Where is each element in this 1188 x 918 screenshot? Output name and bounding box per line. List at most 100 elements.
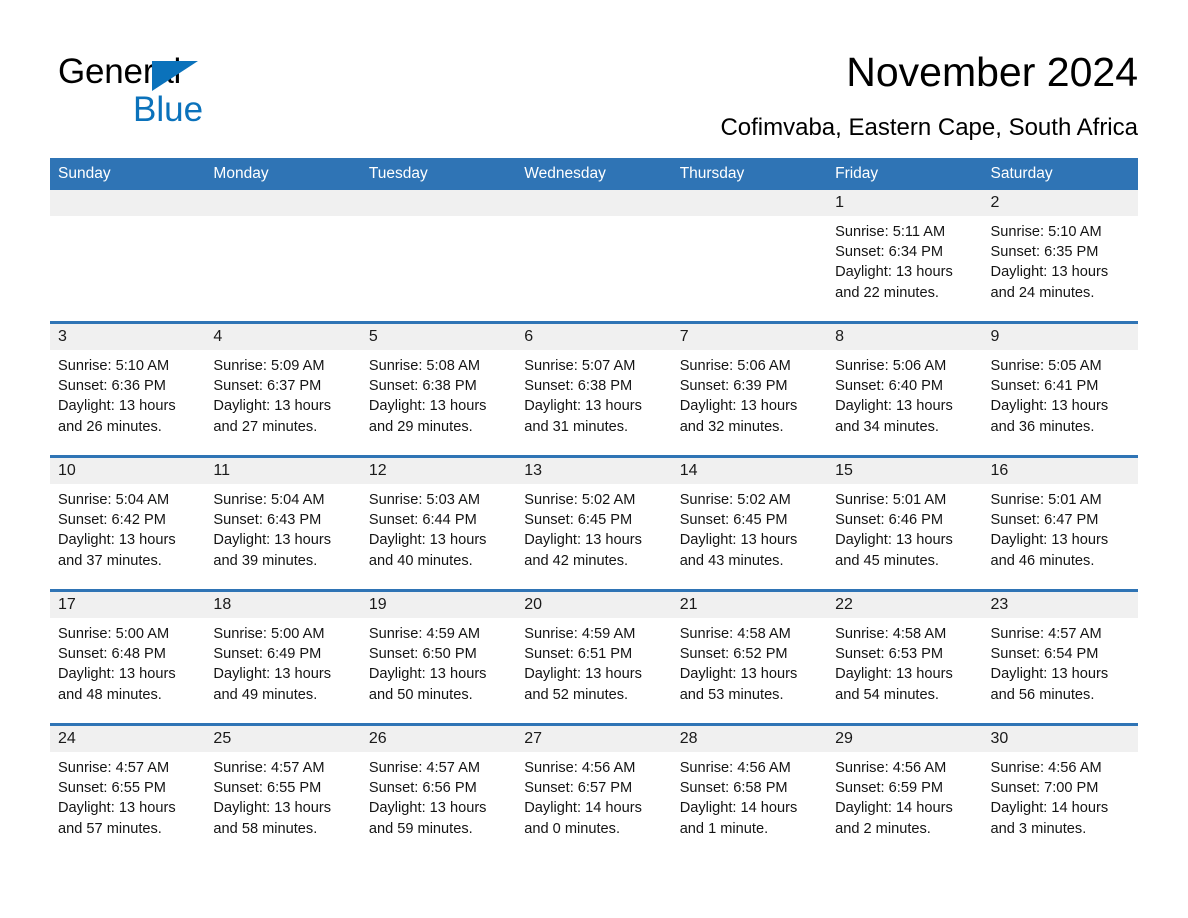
weekday-header-sunday: Sunday (50, 158, 206, 190)
sunset-time: Sunset: 6:55 PM (58, 780, 166, 797)
day-number: 20 (516, 592, 672, 618)
calendar-day-cell[interactable]: 6 Sunrise: 5:07 AM Sunset: 6:38 PM Daylight… (516, 321, 672, 457)
calendar-day-cell[interactable]: 7 Sunrise: 5:06 AM Sunset: 6:39 PM Daylight… (671, 321, 828, 457)
sunrise-time: Sunrise: 5:02 AM (679, 492, 791, 508)
day-number: 9 (982, 324, 1138, 350)
daylight-duration-line2: and 57 minutes. (58, 820, 162, 837)
sunset-time: Sunset: 6:59 PM (835, 780, 944, 797)
day-number: 22 (827, 592, 983, 618)
day-cell-inner: 10 Sunrise: 5:04 AM Sunset: 6:42 PM Dayligh… (50, 458, 206, 589)
day-cell-inner (205, 190, 361, 321)
day-details (361, 216, 516, 222)
calendar-day-cell[interactable]: 26 Sunrise: 4:57 AM Sunset: 6:56 PM Dayligh… (360, 723, 517, 857)
calendar-day-cell[interactable]: 19 Sunrise: 4:59 AM Sunset: 6:50 PM Dayligh… (360, 589, 517, 725)
day-number: 18 (205, 592, 361, 618)
calendar-day-cell[interactable]: 9 Sunrise: 5:05 AM Sunset: 6:41 PM Daylight… (982, 321, 1138, 457)
day-number: 26 (360, 726, 517, 752)
day-number: 5 (360, 324, 517, 350)
sunset-time: Sunset: 6:54 PM (990, 646, 1099, 663)
calendar-day-cell[interactable]: 3 Sunrise: 5:10 AM Sunset: 6:36 PM Daylight… (50, 321, 206, 457)
daylight-duration-line2: and 46 minutes. (990, 552, 1095, 569)
daylight-duration-line2: and 26 minutes. (58, 418, 162, 435)
day-cell-inner: 28 Sunrise: 4:56 AM Sunset: 6:58 PM Dayligh… (671, 726, 828, 857)
sunrise-time: Sunrise: 5:03 AM (368, 492, 480, 508)
calendar-day-cell[interactable]: 12 Sunrise: 5:03 AM Sunset: 6:44 PM Dayligh… (360, 455, 517, 591)
calendar-day-cell[interactable]: 2 Sunrise: 5:10 AM Sunset: 6:35 PM Daylight… (982, 190, 1138, 323)
calendar-day-cell[interactable]: 16 Sunrise: 5:01 AM Sunset: 6:47 PM Dayligh… (982, 455, 1138, 591)
weekday-header-monday: Monday (205, 158, 361, 190)
calendar-day-cell[interactable]: 14 Sunrise: 5:02 AM Sunset: 6:45 PM Dayligh… (671, 455, 828, 591)
calendar-day-cell[interactable]: 27 Sunrise: 4:56 AM Sunset: 6:57 PM Dayligh… (516, 723, 672, 857)
sunrise-time: Sunrise: 5:01 AM (990, 492, 1102, 508)
calendar-day-cell[interactable]: 25 Sunrise: 4:57 AM Sunset: 6:55 PM Dayligh… (205, 723, 361, 857)
calendar-day-cell[interactable]: 20 Sunrise: 4:59 AM Sunset: 6:51 PM Dayligh… (516, 589, 672, 725)
calendar-day-cell[interactable]: 5 Sunrise: 5:08 AM Sunset: 6:38 PM Daylight… (360, 321, 517, 457)
day-number (360, 190, 517, 216)
logo-triangle-icon (152, 61, 198, 91)
calendar-day-cell[interactable]: 23 Sunrise: 4:57 AM Sunset: 6:54 PM Dayligh… (982, 589, 1138, 725)
calendar-day-cell[interactable]: 13 Sunrise: 5:02 AM Sunset: 6:45 PM Dayligh… (516, 455, 672, 591)
daylight-duration-line2: and 29 minutes. (368, 418, 473, 435)
daylight-duration-line1: Daylight: 13 hours (368, 666, 487, 683)
daylight-duration-line2: and 1 minute. (679, 820, 769, 837)
day-number: 23 (982, 592, 1138, 618)
day-details (516, 216, 671, 222)
calendar-day-cell[interactable]: 22 Sunrise: 4:58 AM Sunset: 6:53 PM Dayligh… (827, 589, 983, 725)
sunset-time: Sunset: 6:44 PM (368, 512, 477, 529)
calendar-day-cell[interactable]: 24 Sunrise: 4:57 AM Sunset: 6:55 PM Dayligh… (50, 723, 206, 857)
daylight-duration-line2: and 37 minutes. (58, 552, 162, 569)
calendar-day-cell[interactable]: 11 Sunrise: 5:04 AM Sunset: 6:43 PM Dayligh… (205, 455, 361, 591)
calendar-week-row: 17 Sunrise: 5:00 AM Sunset: 6:48 PM Dayligh… (50, 589, 1138, 725)
day-cell-inner: 12 Sunrise: 5:03 AM Sunset: 6:44 PM Dayligh… (360, 458, 517, 589)
calendar-day-cell[interactable]: 8 Sunrise: 5:06 AM Sunset: 6:40 PM Daylight… (827, 321, 983, 457)
day-details: Sunrise: 5:11 AM Sunset: 6:34 PM Daylight:… (827, 216, 982, 303)
day-number (50, 190, 206, 216)
sunset-time: Sunset: 6:45 PM (524, 512, 633, 529)
day-details: Sunrise: 5:01 AM Sunset: 6:47 PM Daylight:… (983, 484, 1138, 571)
daylight-duration-line1: Daylight: 13 hours (213, 532, 332, 549)
calendar-empty-cell (50, 190, 206, 323)
day-number: 6 (516, 324, 672, 350)
sunrise-time: Sunrise: 5:08 AM (368, 358, 480, 374)
calendar-day-cell[interactable]: 21 Sunrise: 4:58 AM Sunset: 6:52 PM Dayligh… (671, 589, 828, 725)
calendar-day-cell[interactable]: 17 Sunrise: 5:00 AM Sunset: 6:48 PM Dayligh… (50, 589, 206, 725)
day-cell-inner: 11 Sunrise: 5:04 AM Sunset: 6:43 PM Dayligh… (205, 458, 361, 589)
calendar-day-cell[interactable]: 30 Sunrise: 4:56 AM Sunset: 7:00 PM Dayligh… (982, 723, 1138, 857)
calendar-day-cell[interactable]: 1 Sunrise: 5:11 AM Sunset: 6:34 PM Daylight… (827, 190, 983, 323)
calendar-empty-cell (516, 190, 672, 323)
day-number: 14 (671, 458, 828, 484)
sunrise-time: Sunrise: 5:09 AM (213, 358, 325, 374)
daylight-duration-line1: Daylight: 13 hours (835, 398, 953, 415)
general-blue-logo[interactable]: General Blue (58, 52, 358, 129)
day-details: Sunrise: 5:03 AM Sunset: 6:44 PM Daylight:… (361, 484, 516, 571)
day-details: Sunrise: 5:07 AM Sunset: 6:38 PM Daylight:… (516, 350, 671, 437)
calendar-day-cell[interactable]: 4 Sunrise: 5:09 AM Sunset: 6:37 PM Daylight… (205, 321, 361, 457)
sunrise-time: Sunrise: 5:04 AM (213, 492, 325, 508)
calendar-day-cell[interactable]: 10 Sunrise: 5:04 AM Sunset: 6:42 PM Dayligh… (50, 455, 206, 591)
sunset-time: Sunset: 6:53 PM (835, 646, 944, 663)
page-header: General Blue November 2024 Cofimvaba, Ea… (0, 0, 1188, 152)
calendar-empty-cell (671, 190, 828, 323)
daylight-duration-line1: Daylight: 13 hours (368, 532, 487, 549)
day-number: 24 (50, 726, 206, 752)
day-cell-inner: 8 Sunrise: 5:06 AM Sunset: 6:40 PM Daylight… (827, 324, 983, 455)
sunrise-time: Sunrise: 4:56 AM (679, 760, 791, 776)
daylight-duration-line2: and 31 minutes. (524, 418, 629, 435)
sunrise-time: Sunrise: 5:01 AM (835, 492, 947, 508)
sunset-time: Sunset: 6:36 PM (58, 378, 166, 395)
sunrise-time: Sunrise: 5:00 AM (58, 626, 170, 642)
day-cell-inner: 21 Sunrise: 4:58 AM Sunset: 6:52 PM Dayligh… (671, 592, 828, 723)
daylight-duration-line1: Daylight: 13 hours (835, 532, 953, 549)
daylight-duration-line2: and 53 minutes. (679, 686, 784, 703)
daylight-duration-line2: and 2 minutes. (835, 820, 931, 837)
calendar-day-cell[interactable]: 15 Sunrise: 5:01 AM Sunset: 6:46 PM Dayligh… (827, 455, 983, 591)
sunset-time: Sunset: 6:38 PM (524, 378, 633, 395)
day-cell-inner: 2 Sunrise: 5:10 AM Sunset: 6:35 PM Daylight… (982, 190, 1138, 321)
sunset-time: Sunset: 6:46 PM (835, 512, 944, 529)
daylight-duration-line2: and 24 minutes. (990, 284, 1095, 301)
calendar-day-cell[interactable]: 18 Sunrise: 5:00 AM Sunset: 6:49 PM Dayligh… (205, 589, 361, 725)
logo-word-blue: Blue (133, 90, 204, 129)
calendar-day-cell[interactable]: 28 Sunrise: 4:56 AM Sunset: 6:58 PM Dayligh… (671, 723, 828, 857)
calendar-day-cell[interactable]: 29 Sunrise: 4:56 AM Sunset: 6:59 PM Dayligh… (827, 723, 983, 857)
day-details: Sunrise: 4:56 AM Sunset: 6:58 PM Daylight:… (672, 752, 827, 839)
